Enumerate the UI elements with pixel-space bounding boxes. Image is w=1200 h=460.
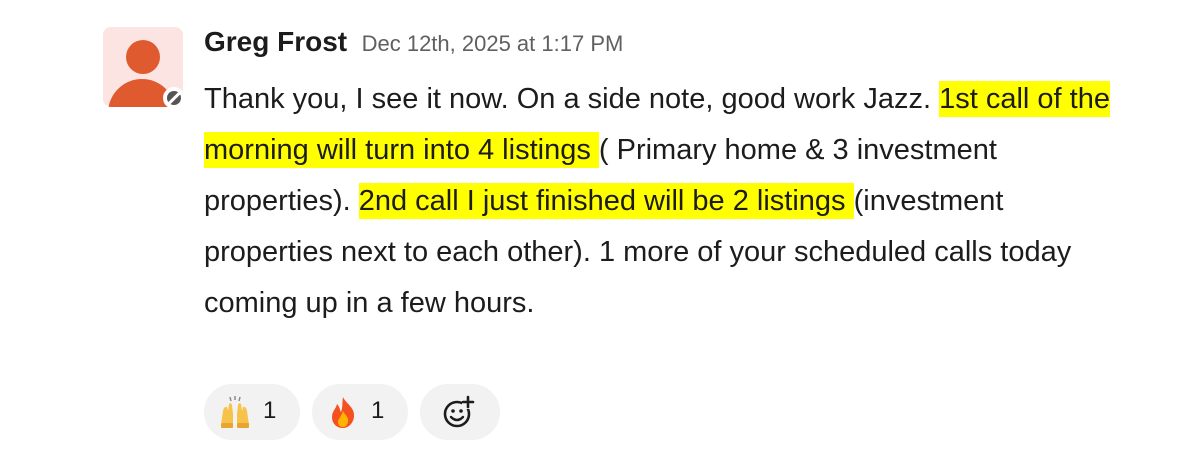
message-timestamp[interactable]: Dec 12th, 2025 at 1:17 PM	[362, 31, 624, 56]
sender-name[interactable]: Greg Frost	[204, 26, 347, 57]
add-emoji-icon	[443, 395, 475, 428]
message-header: Greg Frost Dec 12th, 2025 at 1:17 PM	[204, 26, 623, 58]
reaction-fire[interactable]: 1	[312, 384, 408, 440]
reaction-count: 1	[371, 397, 385, 424]
avatar-head	[126, 40, 160, 74]
reaction-raised-hands[interactable]: 1	[204, 384, 300, 440]
fire-icon	[332, 397, 355, 428]
raised-hands-icon	[221, 396, 249, 428]
message-text-part: Thank you, I see it now. On a side note,…	[204, 83, 940, 115]
highlighted-text: 2nd call I just finished will be 2 listi…	[358, 183, 854, 219]
message-text: Thank you, I see it now. On a side note,…	[204, 74, 1114, 329]
status-icon	[163, 87, 185, 109]
add-reaction-button[interactable]	[420, 384, 500, 440]
message-item[interactable]: Greg Frost Dec 12th, 2025 at 1:17 PM Tha…	[0, 0, 1200, 460]
reaction-count: 1	[263, 397, 277, 424]
